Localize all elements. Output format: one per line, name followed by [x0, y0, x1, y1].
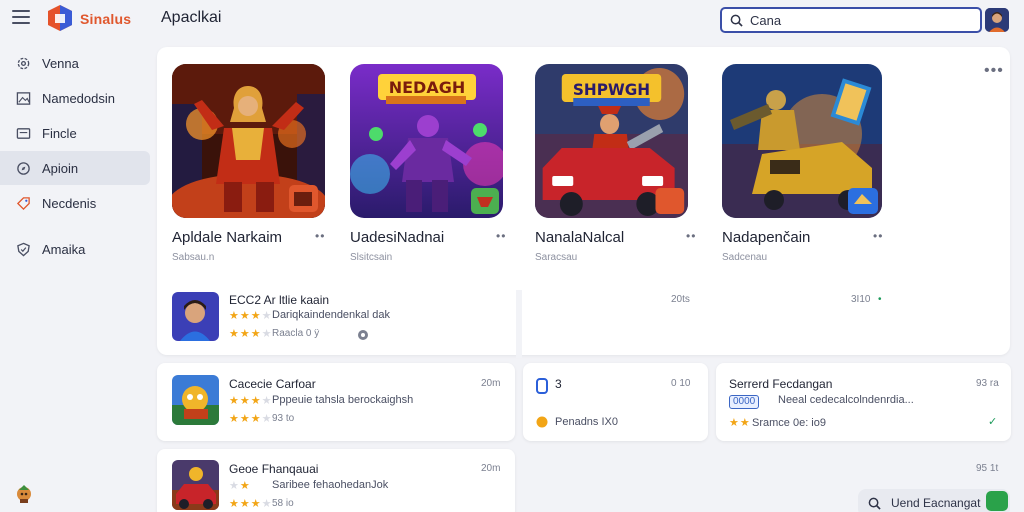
- app-badge-icon: [536, 378, 548, 394]
- floating-search-label: Uend Eacnangat: [891, 496, 981, 510]
- item-subtitle: Pppeuie tahsla berockaighsh: [272, 394, 414, 406]
- status-dot-icon: •: [878, 294, 882, 305]
- rating-stars: ★★★★: [229, 328, 273, 340]
- divider: [516, 290, 522, 358]
- sidebar-item-venna[interactable]: Venna: [0, 46, 150, 80]
- page-title: Apaclkai: [161, 9, 222, 26]
- featured-game-tile[interactable]: SHPWGH: [535, 64, 688, 218]
- rating-stars: ★★★★: [229, 498, 273, 510]
- tile-more-icon[interactable]: ••: [873, 229, 883, 243]
- game-artwork: [172, 460, 219, 510]
- avatar-artwork: [172, 292, 219, 341]
- item-count: 3: [555, 377, 562, 391]
- sidebar-item-necdenis[interactable]: Necdenis: [0, 186, 150, 220]
- featured-game-subtitle: Sadcenau: [722, 252, 768, 263]
- game-artwork: [722, 64, 882, 218]
- item-title[interactable]: Serrerd Fecdangan: [729, 377, 832, 391]
- check-icon: ✓: [988, 416, 998, 428]
- image-icon: [16, 91, 31, 105]
- featured-game-subtitle: Sabsau.n: [172, 252, 215, 263]
- item-time: 20ts: [671, 294, 690, 305]
- sidebar-item-fincle[interactable]: Fincle: [0, 116, 150, 150]
- rating-stars: ★★★★: [229, 395, 273, 407]
- tile-more-icon[interactable]: ••: [315, 229, 325, 243]
- sidebar-item-label: Apioin: [42, 160, 79, 176]
- search-box[interactable]: [720, 7, 982, 33]
- top-bar: Sinalus Apaclkai: [0, 0, 1024, 38]
- item-time: 20m: [481, 378, 501, 389]
- compass-icon: [17, 161, 30, 175]
- featured-game-tile[interactable]: [722, 64, 882, 218]
- item-meta: Penadns IX0: [555, 416, 618, 428]
- featured-game-subtitle: Saracsau: [535, 252, 578, 263]
- search-input[interactable]: [750, 12, 970, 28]
- settings-icon[interactable]: [357, 329, 369, 341]
- item-meta: 58 io: [272, 498, 294, 509]
- item-title[interactable]: Geoe Fhanqauai: [229, 462, 318, 476]
- item-title[interactable]: ECC2 Ar ltlie kaain: [229, 293, 329, 307]
- tile-more-icon[interactable]: ••: [686, 229, 696, 243]
- search-icon: [730, 14, 743, 27]
- featured-game-title[interactable]: Apldale Narkaim: [172, 229, 282, 246]
- coin-icon: [536, 416, 548, 428]
- search-icon: [868, 497, 881, 510]
- game-thumbnail[interactable]: [172, 375, 219, 425]
- game-artwork: SHPWGH: [535, 64, 688, 218]
- item-time: 93 ra: [976, 378, 999, 389]
- gear-icon: [17, 57, 30, 69]
- sidebar: Venna Namedodsin Fincle Apioin Necdenis …: [0, 46, 152, 267]
- featured-game-title[interactable]: UadesiNadnai: [350, 229, 444, 246]
- sidebar-item-apioin[interactable]: Apioin: [0, 151, 150, 185]
- rating-stars: ★★: [729, 417, 751, 429]
- sidebar-item-namedodsin[interactable]: Namedodsin: [0, 81, 150, 115]
- rating-stars: ★★★★: [229, 413, 273, 425]
- app-logo-icon: [48, 5, 72, 31]
- shield-icon: [17, 242, 30, 256]
- tag-chip: 0000: [729, 395, 760, 409]
- featured-game-subtitle: Slsitcsain: [350, 252, 393, 263]
- sidebar-item-label: Necdenis: [42, 195, 97, 211]
- featured-game-title[interactable]: Nadapenčain: [722, 229, 810, 246]
- item-meta: Sramce 0e: io9: [752, 417, 826, 429]
- sidebar-item-label: Namedodsin: [42, 90, 115, 106]
- list-card[interactable]: [523, 363, 708, 441]
- featured-game-title[interactable]: NanalaNalcal: [535, 229, 624, 246]
- user-avatar[interactable]: [985, 8, 1009, 32]
- item-subtitle: Neeal cedecalcolndenrdia...: [778, 394, 914, 406]
- mascot-icon[interactable]: [14, 484, 34, 504]
- brand-name: Sinalus: [80, 11, 132, 27]
- item-time: 3I10: [851, 294, 871, 305]
- game-artwork: [172, 375, 219, 425]
- item-time: 95 1t: [976, 463, 999, 474]
- item-meta: Raacla 0 ÿ: [272, 328, 320, 339]
- game-artwork: [172, 64, 325, 218]
- rating-stars: ★★: [229, 480, 251, 492]
- floating-search-button[interactable]: Uend Eacnangat: [858, 489, 1010, 512]
- item-meta: 93 to: [272, 413, 295, 424]
- tag-icon: [16, 196, 30, 210]
- more-options-icon[interactable]: •••: [984, 62, 1004, 80]
- sidebar-item-label: Amaika: [42, 241, 86, 257]
- item-subtitle: Saribee fehaohedanJok: [272, 479, 389, 491]
- folder-icon: [16, 127, 31, 139]
- item-title[interactable]: Cacecie Carfoar: [229, 377, 316, 391]
- tile-banner-text: NEDAGH: [389, 78, 466, 97]
- game-thumbnail[interactable]: [172, 460, 219, 510]
- go-icon[interactable]: [986, 491, 1008, 511]
- item-time: 20m: [481, 463, 501, 474]
- sidebar-item-amaika[interactable]: Amaika: [0, 232, 150, 266]
- tile-more-icon[interactable]: ••: [496, 229, 506, 243]
- featured-game-tile[interactable]: [172, 64, 325, 218]
- sidebar-item-label: Fincle: [42, 125, 77, 141]
- item-subtitle: Dariqkaindendenkal dak: [272, 309, 391, 321]
- game-thumbnail[interactable]: [172, 292, 219, 341]
- rating-stars: ★★★★: [229, 310, 273, 322]
- item-time: 0 10: [671, 378, 691, 389]
- tile-banner-text: SHPWGH: [573, 80, 650, 99]
- featured-game-tile[interactable]: NEDAGH: [350, 64, 503, 218]
- sidebar-item-label: Venna: [42, 55, 79, 71]
- hamburger-menu-icon[interactable]: [12, 10, 30, 26]
- game-artwork: NEDAGH: [350, 64, 503, 218]
